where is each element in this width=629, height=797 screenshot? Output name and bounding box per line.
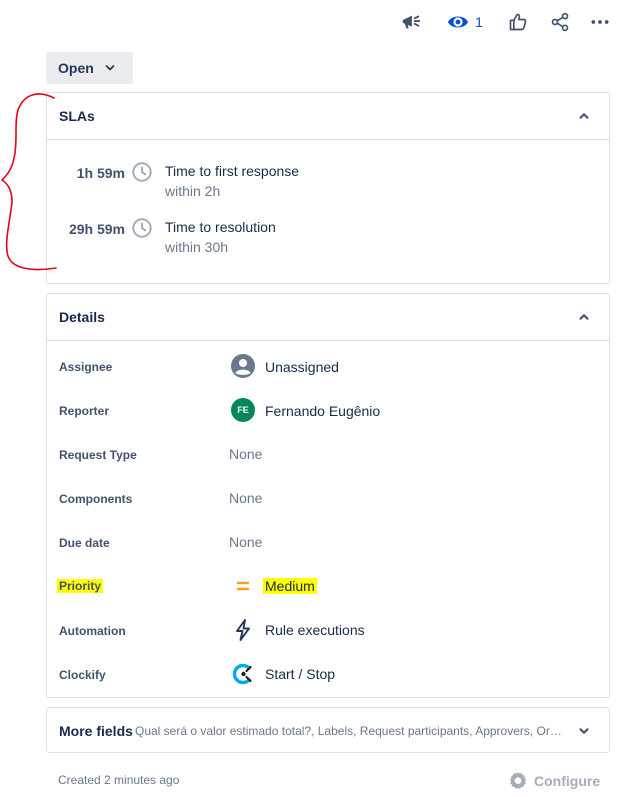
automation-label: Automation (59, 624, 126, 638)
share-button[interactable] (548, 8, 572, 36)
reporter-label: Reporter (59, 404, 110, 418)
components-value[interactable]: None (229, 490, 262, 506)
assignee-label: Assignee (59, 360, 113, 374)
components-label: Components (59, 492, 133, 506)
more-actions-button[interactable] (588, 8, 612, 36)
request-type-label: Request Type (59, 448, 137, 462)
status-label: Open (58, 60, 94, 76)
user-avatar-icon (231, 354, 255, 378)
created-timestamp: Created 2 minutes ago (58, 773, 180, 787)
like-button[interactable] (506, 8, 530, 36)
clock-icon (132, 162, 152, 182)
clockify-label: Clockify (59, 668, 106, 682)
more-fields-title: More fields (59, 723, 133, 739)
priority-medium-icon (236, 581, 250, 591)
chevron-up-icon (579, 314, 589, 320)
sla-panel: SLAs 1h 59m Time to first response withi… (46, 92, 610, 284)
priority-value[interactable]: Medium (263, 578, 317, 594)
announcement-button[interactable] (398, 8, 424, 36)
due-date-label: Due date (59, 536, 110, 550)
more-fields-panel[interactable]: More fields Qual será o valor estimado t… (46, 707, 610, 753)
sla-goal: within 30h (165, 239, 229, 255)
chevron-down-icon (105, 65, 115, 71)
request-type-value[interactable]: None (229, 446, 262, 462)
eye-icon (448, 16, 469, 28)
clock-icon (132, 218, 152, 238)
thumbs-up-icon (509, 13, 527, 31)
details-panel: Details Assignee Unassigned Reporter FE … (46, 293, 610, 698)
assignee-value[interactable]: Unassigned (265, 359, 339, 375)
configure-label: Configure (534, 773, 601, 789)
chevron-up-icon (579, 113, 589, 119)
sla-name: Time to resolution (165, 219, 276, 235)
sla-panel-title: SLAs (59, 108, 95, 124)
sla-name: Time to first response (165, 163, 300, 179)
share-icon (551, 12, 569, 32)
status-button[interactable]: Open (46, 52, 133, 84)
clockify-logo-icon (232, 663, 252, 685)
more-fields-summary: Qual será o valor estimado total?, Label… (135, 724, 567, 738)
watch-count: 1 (475, 14, 483, 30)
gear-icon (509, 772, 527, 789)
details-panel-header[interactable]: Details (47, 294, 609, 341)
clockify-value[interactable]: Start / Stop (265, 666, 335, 682)
sla-panel-header[interactable]: SLAs (47, 93, 609, 140)
due-date-value[interactable]: None (229, 534, 262, 550)
more-icon (591, 20, 609, 24)
chevron-down-icon (579, 728, 589, 734)
automation-value[interactable]: Rule executions (265, 622, 365, 638)
lightning-icon (236, 619, 250, 641)
configure-button[interactable]: Configure (508, 771, 600, 791)
details-panel-title: Details (59, 309, 105, 325)
sla-time-remaining: 1h 59m (76, 165, 125, 181)
reporter-value[interactable]: Fernando Eugênio (265, 403, 380, 419)
sla-goal: within 2h (165, 183, 221, 199)
reporter-avatar: FE (231, 398, 255, 422)
priority-label: Priority (57, 579, 104, 593)
sla-time-remaining: 29h 59m (68, 221, 125, 237)
megaphone-icon (402, 15, 421, 29)
watch-button[interactable]: 1 (444, 8, 486, 36)
